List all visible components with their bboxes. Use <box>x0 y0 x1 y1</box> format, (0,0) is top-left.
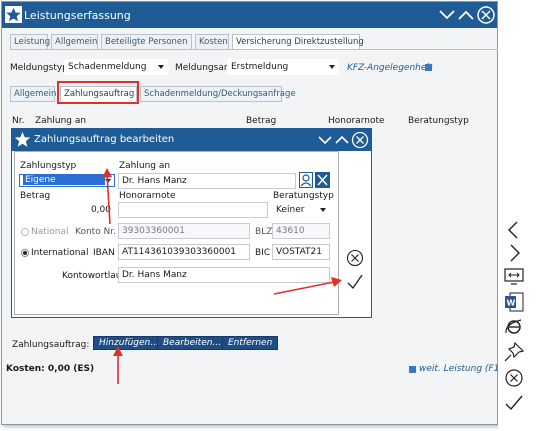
tab-kosten[interactable]: Kosten <box>195 34 229 50</box>
chevron-down-icon <box>329 65 335 69</box>
international-radio[interactable] <box>21 249 29 257</box>
maximize-chevron-icon[interactable] <box>457 5 475 25</box>
meldungsart-value: Erstmeldung <box>231 62 289 72</box>
honorarnote-field[interactable] <box>118 202 268 218</box>
tab-versicherung-direktzustellung[interactable]: Versicherung Direktzustellung <box>232 34 364 50</box>
iban-field[interactable]: AT114361039303360001 <box>118 244 250 260</box>
svg-text:W: W <box>507 299 516 308</box>
meldungstyp-select[interactable]: Schadenmeldung <box>64 59 168 75</box>
annotation-highlight-box <box>57 81 139 104</box>
national-label: National <box>31 227 69 237</box>
chevron-left-icon[interactable] <box>503 219 525 241</box>
iban-value: AT114361039303360001 <box>122 247 237 257</box>
clear-field-icon[interactable] <box>315 172 330 188</box>
blz-label: BLZ <box>255 227 273 237</box>
zahlungstyp-value: Eigene <box>23 175 105 185</box>
kontowortlaut-label: Kontowortlaut <box>62 271 126 281</box>
subtab-schadenmeldung[interactable]: Schadenmeldung/Deckungsanfrage <box>140 86 296 102</box>
col-beratungstyp: Beratungstyp <box>408 116 469 126</box>
honorarnote-label: Honorarnote <box>119 191 176 201</box>
dialog-maximize-icon[interactable] <box>334 131 350 149</box>
person-lookup-icon[interactable] <box>299 172 313 188</box>
betrag-label: Betrag <box>20 191 51 201</box>
meldungsart-label: Meldungsart <box>175 63 232 73</box>
minimize-chevron-icon[interactable] <box>438 5 456 25</box>
cancel-icon[interactable] <box>346 249 364 267</box>
chevron-right-icon[interactable] <box>503 242 525 264</box>
pin-icon[interactable] <box>503 341 525 363</box>
annotation-arrow-up-dropdown <box>102 168 112 225</box>
col-betrag: Betrag <box>246 116 277 126</box>
beratungstyp-value: Keiner <box>276 205 305 215</box>
international-label: International <box>31 248 89 258</box>
window-title: Leistungserfassung <box>24 9 131 22</box>
zahlung-an-label: Zahlung an <box>119 161 171 171</box>
tab-allgemein[interactable]: Allgemein <box>51 34 98 50</box>
weit-leistung-link[interactable]: weit. Leistung (F10) <box>419 364 509 374</box>
meldungsart-select[interactable]: Erstmeldung <box>227 59 339 75</box>
cancel-icon[interactable] <box>503 367 525 389</box>
kontowortlaut-value: Dr. Hans Manz <box>122 270 187 280</box>
word-icon[interactable]: W <box>503 291 525 313</box>
chevron-down-icon <box>158 65 164 69</box>
beratungstyp-label: Beratungstyp <box>273 191 334 201</box>
konto-field[interactable]: 39303360001 <box>118 223 250 239</box>
screen-icon[interactable] <box>503 266 525 288</box>
bic-value: VOSTAT21 <box>276 247 323 257</box>
dialog-minimize-icon[interactable] <box>317 131 333 149</box>
check-icon[interactable] <box>503 392 525 414</box>
bic-label: BIC <box>255 248 271 258</box>
chevron-down-icon <box>320 208 326 212</box>
col-nr: Nr. <box>12 116 25 126</box>
dialog-star-icon <box>14 131 31 147</box>
konto-value: 39303360001 <box>122 226 185 236</box>
beratungstyp-select[interactable]: Keiner <box>272 202 330 218</box>
close-icon[interactable] <box>476 5 496 25</box>
edit-button[interactable]: Bearbeiten... <box>157 336 228 350</box>
col-zahlung-an: Zahlung an <box>35 116 87 126</box>
dialog-close-icon[interactable] <box>351 131 369 149</box>
bic-field[interactable]: VOSTAT21 <box>272 244 330 260</box>
weit-leistung-checkbox-icon[interactable] <box>409 366 416 373</box>
main-window: Leistungserfassung Leistung Allgemein Be… <box>1 1 509 425</box>
blz-field[interactable]: 43610 <box>272 223 330 239</box>
annotation-arrow-up-add <box>113 346 123 384</box>
iban-label: IBAN <box>93 248 115 258</box>
meldungstyp-label: Meldungstyp <box>10 63 68 73</box>
app-star-icon <box>5 6 22 23</box>
col-honorarnote: Honorarnote <box>328 116 385 126</box>
kfz-checkbox-icon[interactable] <box>425 64 432 71</box>
remove-button[interactable]: Entfernen <box>222 336 278 350</box>
add-button[interactable]: Hinzufügen... <box>93 336 165 350</box>
tab-divider <box>10 49 498 50</box>
tab-leistung[interactable]: Leistung <box>10 34 50 50</box>
kfz-angelegenheit-link[interactable]: KFZ-Angelegenheit <box>347 63 432 73</box>
zahlung-an-value: Dr. Hans Manz <box>122 176 187 186</box>
title-bar: Leistungserfassung <box>2 2 497 28</box>
zahlungsauftrag-footer-label: Zahlungsauftrag: <box>12 340 90 350</box>
meldungstyp-value: Schadenmeldung <box>68 62 147 72</box>
blz-value: 43610 <box>276 226 305 236</box>
national-radio[interactable] <box>21 228 29 236</box>
kosten-summary: Kosten: 0,00 (ES) <box>6 364 95 374</box>
tab-beteiligte-personen[interactable]: Beteiligte Personen <box>101 34 192 50</box>
zahlungstyp-label: Zahlungstyp <box>20 161 77 171</box>
internet-explorer-icon[interactable] <box>503 316 525 338</box>
konto-label: Konto Nr. <box>75 227 117 237</box>
zahlung-an-field[interactable]: Dr. Hans Manz <box>118 173 296 189</box>
check-icon[interactable] <box>346 273 364 291</box>
annotation-arrow-to-check <box>273 277 342 295</box>
subtab-allgemein[interactable]: Allgemein <box>10 86 56 102</box>
dialog-title: Zahlungsauftrag bearbeiten <box>34 134 175 145</box>
dialog-title-bar: Zahlungsauftrag bearbeiten <box>12 129 371 151</box>
